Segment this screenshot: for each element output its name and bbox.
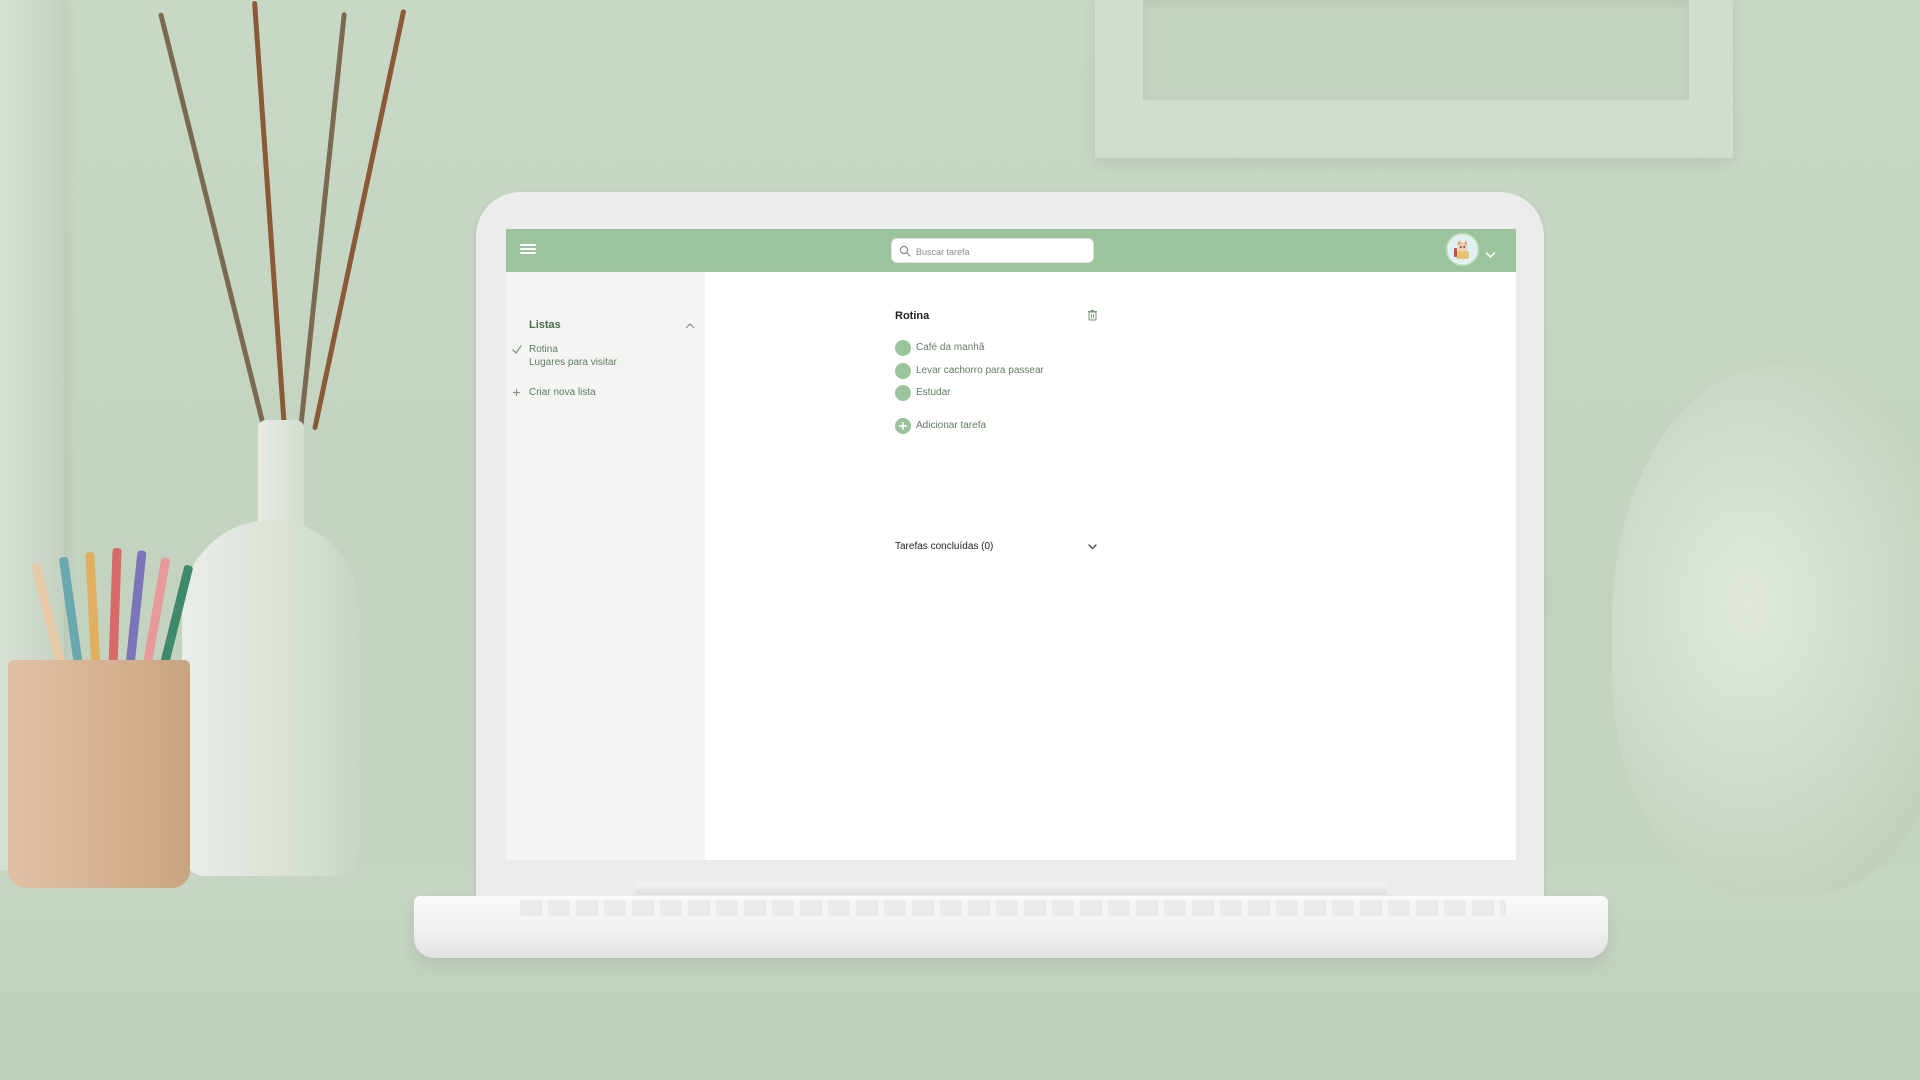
task-complete-toggle[interactable]: [895, 340, 911, 356]
wall-picture-frame-right: [1095, 0, 1733, 158]
search-box[interactable]: [891, 238, 1094, 263]
vase-right: [1612, 366, 1920, 896]
plus-circle-icon: [895, 418, 911, 434]
task-complete-toggle[interactable]: [895, 385, 911, 401]
sidebar: Listas Rotina Lugares para visitar Criar…: [506, 272, 705, 860]
list-title: Rotina: [895, 310, 930, 322]
vase-left: [182, 520, 360, 876]
sidebar-title: Listas: [529, 319, 561, 331]
plus-icon[interactable]: [512, 388, 521, 397]
create-list-link[interactable]: Criar nova lista: [529, 387, 596, 398]
sidebar-item-rotina[interactable]: Rotina: [529, 344, 558, 355]
search-icon: [899, 245, 911, 257]
chevron-up-icon[interactable]: [685, 322, 695, 329]
task-label: Café da manhã: [916, 342, 985, 353]
laptop-hinge: [636, 883, 1387, 895]
pencil-cup: [8, 660, 190, 888]
completed-tasks-toggle[interactable]: Tarefas concluídas (0): [895, 541, 993, 552]
trash-icon[interactable]: [1087, 309, 1098, 321]
task-complete-toggle[interactable]: [895, 363, 911, 379]
sidebar-item-lugares-para-visitar[interactable]: Lugares para visitar: [529, 357, 617, 368]
hamburger-menu-icon[interactable]: [520, 242, 536, 258]
check-icon: [512, 345, 522, 354]
chevron-down-icon[interactable]: [1485, 251, 1496, 259]
app-screen: Listas Rotina Lugares para visitar Criar…: [506, 229, 1516, 860]
chevron-down-icon[interactable]: [1088, 543, 1097, 550]
search-input[interactable]: [914, 242, 1088, 261]
task-label: Levar cachorro para passear: [916, 365, 1044, 376]
user-avatar-icon[interactable]: [1446, 233, 1479, 266]
add-task-label: Adicionar tarefa: [916, 420, 987, 431]
app-header: [506, 229, 1516, 272]
laptop-keyboard: [520, 900, 1506, 916]
task-label: Estudar: [916, 387, 951, 398]
